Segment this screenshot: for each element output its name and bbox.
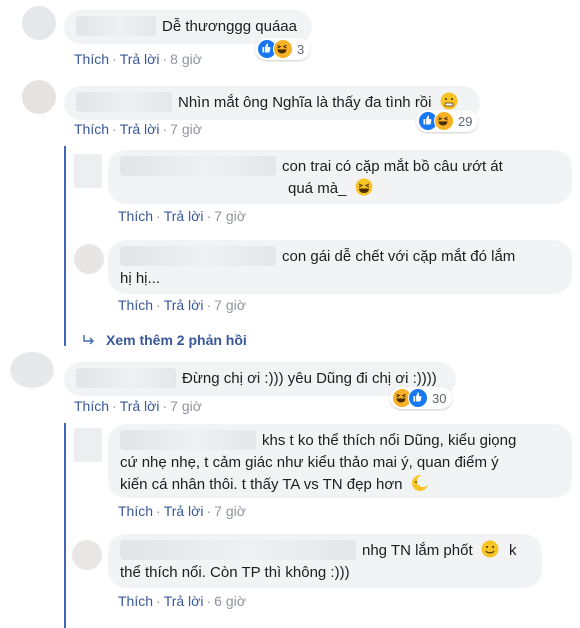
- timestamp[interactable]: 7 giờ: [170, 398, 202, 414]
- avatar[interactable]: [72, 540, 102, 570]
- avatar[interactable]: [10, 352, 54, 388]
- reaction-count: 3: [297, 41, 305, 57]
- comment-text: con trai có cặp mắt bồ câu ướt át: [282, 158, 503, 175]
- avatar[interactable]: [74, 154, 102, 188]
- comment-text: nhg TN lắm phốt: [362, 542, 473, 559]
- reaction-summary[interactable]: 29: [416, 110, 479, 132]
- comment-text: Dễ thươnggg quáaa: [162, 18, 297, 35]
- timestamp[interactable]: 7 giờ: [214, 503, 246, 519]
- reply-link[interactable]: Trả lời: [120, 398, 160, 414]
- timestamp[interactable]: 7 giờ: [170, 121, 202, 137]
- comment-text-line2: quá mà_: [288, 180, 347, 197]
- like-link[interactable]: Thích: [74, 51, 109, 67]
- comment-text-line3: kiến cá nhân thôi. t thấy TA vs TN đẹp h…: [120, 476, 403, 493]
- comment-text-line2: thể thích nổi. Còn TP thì không :))): [120, 564, 350, 581]
- comment-actions: Thích · Trả lời · 6 giờ: [118, 593, 246, 609]
- reply-link[interactable]: Trả lời: [164, 503, 204, 519]
- avatar[interactable]: [22, 80, 56, 114]
- reaction-summary[interactable]: 30: [390, 387, 453, 409]
- like-link[interactable]: Thích: [118, 593, 153, 609]
- reply-thread-line: [64, 146, 66, 346]
- comment-actions: Thích · Trả lời · 8 giờ: [74, 51, 202, 67]
- comment-bubble: con trai có cặp mắt bồ câu ướt át quá mà…: [108, 150, 572, 204]
- comment-text: khs t ko thể thích nổi Dũng, kiểu giọng: [262, 432, 517, 449]
- like-link[interactable]: Thích: [118, 297, 153, 313]
- comment-actions: Thích · Trả lời · 7 giờ: [118, 503, 246, 519]
- comment-text-line2: hị hị...: [120, 270, 161, 287]
- comment-bubble: khs t ko thể thích nổi Dũng, kiểu giọng …: [108, 424, 572, 498]
- like-link[interactable]: Thích: [118, 503, 153, 519]
- moon-emoji-icon: [411, 475, 429, 491]
- comment-actions: Thích · Trả lời · 7 giờ: [118, 297, 246, 313]
- reply-link[interactable]: Trả lời: [120, 51, 160, 67]
- avatar[interactable]: [22, 6, 56, 40]
- avatar[interactable]: [74, 428, 102, 462]
- reply-link[interactable]: Trả lời: [164, 297, 204, 313]
- comment-text: Đừng chị ơi :))) yêu Dũng đi chị ơi :)))…: [182, 370, 437, 387]
- comment-text: Nhìn mắt ông Nghĩa là thấy đa tình rồi: [178, 94, 432, 111]
- like-link[interactable]: Thích: [74, 121, 109, 137]
- grimace-emoji-icon: [440, 92, 458, 110]
- comment-bubble: con gái dễ chết với cặp mắt đó lắm hị hị…: [108, 240, 572, 294]
- comment-actions: Thích · Trả lời · 7 giờ: [118, 208, 246, 224]
- comment-text-suffix: k: [508, 542, 517, 559]
- reaction-count: 29: [458, 113, 473, 129]
- like-link[interactable]: Thích: [118, 208, 153, 224]
- reaction-count: 30: [432, 390, 447, 406]
- reply-thread-line: [64, 423, 66, 628]
- comment-text: con gái dễ chết với cặp mắt đó lắm: [282, 248, 516, 265]
- comment-text-line2: cứ nhẹ nhẹ, t cảm giác như kiểu thảo mai…: [120, 454, 499, 471]
- timestamp[interactable]: 7 giờ: [214, 297, 246, 313]
- smile-emoji-icon: [481, 540, 499, 558]
- like-link[interactable]: Thích: [74, 398, 109, 414]
- avatar[interactable]: [74, 244, 104, 274]
- like-reaction-icon: [408, 388, 428, 408]
- reply-arrow-icon: [83, 335, 94, 345]
- reply-link[interactable]: Trả lời: [120, 121, 160, 137]
- reply-link[interactable]: Trả lời: [164, 208, 204, 224]
- timestamp[interactable]: 7 giờ: [214, 208, 246, 224]
- reaction-summary[interactable]: 3: [255, 38, 311, 60]
- comment-actions: Thích · Trả lời · 7 giờ: [74, 398, 202, 414]
- timestamp[interactable]: 8 giờ: [170, 51, 202, 67]
- reply-link[interactable]: Trả lời: [164, 593, 204, 609]
- view-more-replies-link[interactable]: Xem thêm 2 phản hồi: [82, 332, 247, 348]
- haha-reaction-icon: [273, 39, 293, 59]
- comment-actions: Thích · Trả lời · 7 giờ: [74, 121, 202, 137]
- haha-reaction-icon: [434, 111, 454, 131]
- timestamp[interactable]: 6 giờ: [214, 593, 246, 609]
- comment-bubble: nhg TN lắm phốt k thể thích nổi. Còn TP …: [108, 534, 542, 588]
- laughing-emoji-icon: [355, 178, 373, 196]
